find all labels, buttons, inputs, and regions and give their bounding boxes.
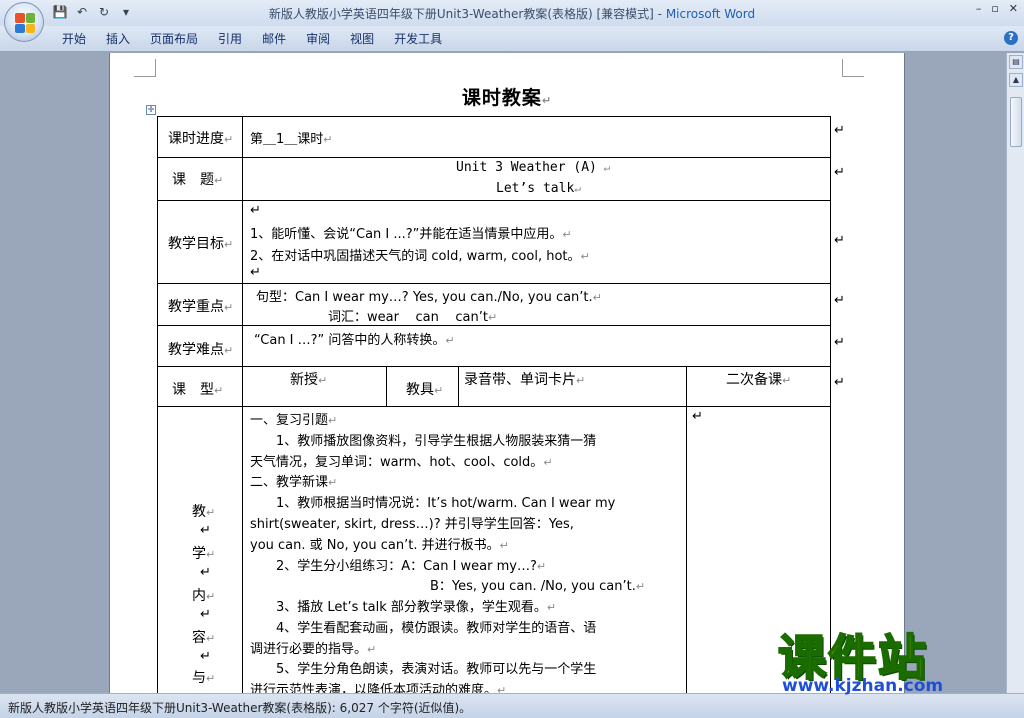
table-border [157,116,831,117]
watermark-url: www.kjzhan.com [782,676,944,696]
teaching-tools-label: 教具↵ [406,382,444,398]
key-points-line-2: 词汇：wear can can’t↵ [328,310,498,325]
row-label-course-type: 课 型↵ [172,382,224,398]
content-label-char-5: 与↵ [192,670,216,686]
topic-line-2: Let’s talk↵ [496,181,581,196]
status-bar: 新版人教版小学英语四年级下册Unit3-Weather教案(表格版): 6,02… [0,693,1024,718]
row-label-topic: 课 题↵ [172,172,224,188]
table-border [830,116,831,693]
goal-item-1: 1、能听懂、会说“Can I ...?”并能在适当情景中应用。↵ [250,227,572,242]
content-line: 1、教师播放图像资料，引导学生根据人物服装来猜一猜 [250,434,597,449]
content-line: 一、复习引题↵ [250,413,338,428]
page-title: 课时教案↵ [461,87,553,109]
second-prep-label: 二次备课↵ [726,372,792,388]
tab-developer[interactable]: 开发工具 [384,31,452,47]
document-page[interactable]: 课时教案↵ ✛ 课时进度↵ 第＿1＿课时↵ 课 题↵ Unit 3 Weathe… [109,53,905,693]
content-line: 4、学生看配套动画，模仿跟读。教师对学生的语音、语 [250,621,597,636]
row-end-mark: ↵ [834,123,845,138]
teaching-tools-value: 录音带、单词卡片↵ [464,372,586,388]
key-points-line-1: 句型：Can I wear my…? Yes, you can./No, you… [256,290,602,305]
row-label-goals: 教学目标↵ [168,236,234,252]
minimize-button[interactable]: – [976,2,982,15]
content-line: 天气情况，复习单词：warm、hot、cool、cold。↵ [250,455,553,470]
content-line: 3、播放 Let’s talk 部分教学录像，学生观看。↵ [250,600,557,615]
table-border [157,283,831,284]
topic-line-1: Unit 3 Weather (A) ↵ [456,160,611,175]
row-end-mark: ↵ [834,335,845,350]
table-border [157,406,831,407]
title-bar: 💾 ↶ ↻ ▾ 新版人教版小学英语四年级下册Unit3-Weather教案(表格… [0,0,1024,26]
help-icon[interactable]: ? [1004,31,1018,45]
close-button[interactable]: ✕ [1009,2,1018,15]
course-type-value: 新授↵ [290,372,328,388]
content-line: 调进行必要的指导。↵ [250,642,377,657]
table-border [686,366,687,693]
table-border [157,366,831,367]
table-border [157,116,158,693]
tab-page-layout[interactable]: 页面布局 [140,31,208,47]
app-name: Microsoft Word [665,7,756,21]
table-move-handle-icon[interactable]: ✛ [146,105,156,115]
progress-value: 第＿1＿课时↵ [250,132,333,147]
content-line: 2、学生分小组练习：A：Can I wear my…?↵ [250,559,547,574]
goal-item-2: 2、在对话中巩固描述天气的词 cold, warm, cool, hot。↵ [250,249,590,264]
row-end-mark: ↵ [834,165,845,180]
row-label-key-points: 教学重点↵ [168,299,234,315]
content-line: you can. 或 No, you can’t. 并进行板书。↵ [250,538,509,553]
tab-review[interactable]: 审阅 [296,31,340,47]
table-border [242,116,243,693]
table-border [157,157,831,158]
ribbon-tabs: 开始 插入 页面布局 引用 邮件 审阅 视图 开发工具 [52,31,452,47]
content-line: 二、教学新课↵ [250,475,338,490]
row-end-mark: ↵ [834,375,845,390]
paragraph-mark: ↵ [200,523,211,538]
content-line: 进行示范性表演，以降低本项活动的难度。↵ [250,683,507,693]
tab-view[interactable]: 视图 [340,31,384,47]
ruler-toggle-icon[interactable]: ▤ [1009,55,1023,69]
paragraph-mark: ↵ [200,607,211,622]
tab-mailings[interactable]: 邮件 [252,31,296,47]
paragraph-mark: ↵ [200,649,211,664]
content-label-char-3: 内↵ [192,588,216,604]
row-end-mark: ↵ [834,293,845,308]
paragraph-mark: ↵ [250,265,261,280]
content-line: 1、教师根据当时情况说：It’s hot/warm. Can I wear my [250,496,616,511]
row-label-progress: 课时进度↵ [168,131,234,147]
page-title-text: 课时教案 [461,87,542,109]
margin-marker-right [842,59,864,77]
office-logo-icon [15,13,35,33]
window-controls: – ▫ ✕ [976,2,1018,15]
difficulty-value: “Can I …?” 问答中的人称转换。↵ [254,333,455,348]
office-button[interactable] [4,2,44,42]
paragraph-mark: ↵ [250,203,261,218]
margin-marker-left [134,59,156,77]
table-border [157,325,831,326]
vertical-scrollbar[interactable]: ▤ ▲ [1006,53,1024,693]
window-title: 新版人教版小学英语四年级下册Unit3-Weather教案(表格版) [兼容模式… [0,5,1024,22]
scroll-up-icon[interactable]: ▲ [1009,73,1023,87]
content-line: shirt(sweater, skirt, dress…)? 并引导学生回答：Y… [250,517,574,532]
document-area: 课时教案↵ ✛ 课时进度↵ 第＿1＿课时↵ 课 题↵ Unit 3 Weathe… [0,53,1006,693]
table-border [458,366,459,406]
content-label-char-1: 教↵ [192,504,216,520]
tab-references[interactable]: 引用 [208,31,252,47]
table-border [386,366,387,406]
content-label-char-2: 学↵ [192,546,216,562]
document-name: 新版人教版小学英语四年级下册Unit3-Weather教案(表格版) [兼容模式… [268,7,666,21]
paragraph-mark: ↵ [200,565,211,580]
restore-button[interactable]: ▫ [991,2,998,15]
content-line: 5、学生分角色朗读，表演对话。教师可以先与一个学生 [250,662,597,677]
row-label-difficulty: 教学难点↵ [168,342,234,358]
content-label-char-4: 容↵ [192,630,216,646]
status-text: 新版人教版小学英语四年级下册Unit3-Weather教案(表格版): 6,02… [8,701,472,715]
ribbon: 开始 插入 页面布局 引用 邮件 审阅 视图 开发工具 ? [0,26,1024,52]
tab-insert[interactable]: 插入 [96,31,140,47]
row-end-mark: ↵ [834,233,845,248]
content-line: B：Yes, you can. /No, you can’t.↵ [430,579,646,594]
table-border [157,200,831,201]
tab-home[interactable]: 开始 [52,31,96,47]
scrollbar-thumb[interactable] [1010,97,1022,147]
paragraph-mark: ↵ [692,409,703,424]
